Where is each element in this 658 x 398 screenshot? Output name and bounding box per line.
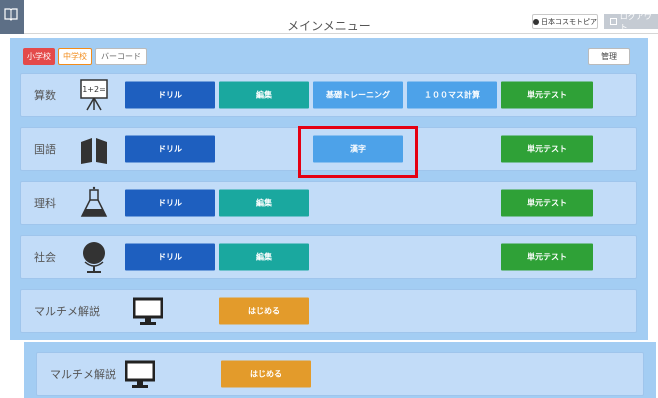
flask-icon: [80, 186, 108, 217]
manage-button[interactable]: 管理: [588, 48, 630, 65]
tab-elementary[interactable]: 小学校: [23, 48, 55, 65]
subject-label: 国語: [34, 143, 56, 156]
logout-label: ログアウト: [619, 11, 652, 32]
multimedia-start-button-2[interactable]: はじめる: [221, 360, 311, 388]
logout-icon: [610, 18, 617, 25]
globe-icon: [83, 242, 105, 273]
monitor-icon: [125, 360, 155, 388]
subject-label: 社会: [34, 251, 56, 264]
multimedia-row-2: マルチメ解説 はじめる: [36, 352, 644, 396]
tab-junior-high[interactable]: 中学校: [58, 48, 92, 65]
math-edit-button[interactable]: 編集: [219, 81, 309, 109]
user-icon: [533, 18, 539, 25]
multimedia-start-button[interactable]: はじめる: [219, 297, 309, 325]
science-drill-button[interactable]: ドリル: [125, 189, 215, 217]
subject-row-social: 社会 ドリル 編集 単元テスト: [20, 235, 637, 279]
math-blackboard-icon: 1+2=: [80, 79, 108, 111]
multimedia-label: マルチメ解説: [34, 305, 100, 318]
main-menu-panel: 小学校 中学校 バーコード 管理 算数 1+2= ドリル 編集 基礎トレーニング…: [10, 38, 648, 340]
book-icon: [81, 138, 107, 164]
science-edit-button[interactable]: 編集: [219, 189, 309, 217]
subject-label: 理科: [34, 197, 56, 210]
math-basic-training-button[interactable]: 基礎トレーニング: [313, 81, 403, 109]
highlight-annotation-box: [298, 126, 418, 178]
math-unit-test-button[interactable]: 単元テスト: [501, 81, 593, 109]
social-edit-button[interactable]: 編集: [219, 243, 309, 271]
subject-row-science: 理科 ドリル 編集 単元テスト: [20, 181, 637, 225]
math-drill-button[interactable]: ドリル: [125, 81, 215, 109]
science-unit-test-button[interactable]: 単元テスト: [501, 189, 593, 217]
tab-barcode[interactable]: バーコード: [95, 48, 147, 65]
svg-text:1+2=: 1+2=: [82, 85, 106, 94]
school-badge: 日本コスモトピア: [532, 14, 598, 29]
subject-label: 算数: [34, 89, 56, 102]
social-unit-test-button[interactable]: 単元テスト: [501, 243, 593, 271]
secondary-panel: マルチメ解説 はじめる: [24, 342, 656, 398]
japanese-drill-button[interactable]: ドリル: [125, 135, 215, 163]
social-drill-button[interactable]: ドリル: [125, 243, 215, 271]
multimedia-label: マルチメ解説: [50, 368, 116, 381]
top-header: メインメニュー 日本コスモトピア ログアウト: [0, 0, 658, 34]
multimedia-row: マルチメ解説 はじめる: [20, 289, 637, 333]
school-name: 日本コスモトピア: [541, 17, 597, 26]
math-hundred-cell-button[interactable]: １００マス計算: [407, 81, 497, 109]
japanese-unit-test-button[interactable]: 単元テスト: [501, 135, 593, 163]
logout-button[interactable]: ログアウト: [604, 12, 658, 32]
subject-row-math: 算数 1+2= ドリル 編集 基礎トレーニング １００マス計算 単元テスト: [20, 73, 637, 117]
monitor-icon: [133, 297, 163, 325]
